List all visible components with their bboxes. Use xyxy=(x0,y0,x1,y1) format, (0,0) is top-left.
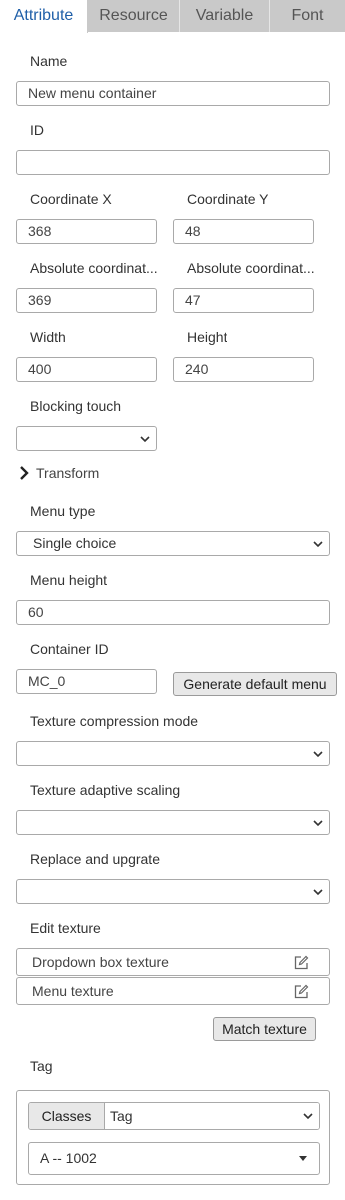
tag-select[interactable]: Tag xyxy=(105,1103,319,1129)
replace-upgrade-select[interactable] xyxy=(16,879,330,904)
height-input[interactable]: 240 xyxy=(173,357,314,382)
replace-upgrade-label: Replace and upgrate xyxy=(30,851,160,867)
texture-compression-label: Texture compression mode xyxy=(30,713,199,729)
coordinate-y-label: Coordinate Y xyxy=(187,191,269,207)
tab-bar: Attribute Resource Variable Font xyxy=(0,0,345,33)
chevron-down-icon xyxy=(303,1113,313,1120)
menu-height-label: Menu height xyxy=(30,572,108,588)
tab-attribute[interactable]: Attribute xyxy=(0,0,88,33)
tab-resource[interactable]: Resource xyxy=(88,0,180,32)
edit-texture-label: Edit texture xyxy=(30,920,101,936)
match-texture-button[interactable]: Match texture xyxy=(213,1017,316,1041)
absolute-y-label: Absolute coordinat... xyxy=(187,260,315,276)
dropdown-box-texture-row[interactable]: Dropdown box texture xyxy=(16,948,330,976)
caret-down-icon xyxy=(299,1156,307,1161)
menu-texture-row[interactable]: Menu texture xyxy=(16,977,330,1005)
classes-input-group: Classes Tag xyxy=(28,1102,320,1130)
width-input[interactable]: 400 xyxy=(16,357,157,382)
id-input[interactable] xyxy=(16,150,330,175)
name-input[interactable]: New menu container xyxy=(16,81,330,106)
classes-button[interactable]: Classes xyxy=(29,1103,105,1129)
height-label: Height xyxy=(187,329,228,345)
tag-select-value: Tag xyxy=(110,1108,133,1124)
coordinate-y-input[interactable]: 48 xyxy=(173,219,314,244)
tag-panel: Classes Tag A -- 1002 xyxy=(16,1090,330,1185)
container-id-input[interactable]: MC_0 xyxy=(16,669,157,694)
dropdown-box-texture-label: Dropdown box texture xyxy=(32,954,169,970)
texture-scaling-select[interactable] xyxy=(16,810,330,835)
width-label: Width xyxy=(30,329,66,345)
menu-type-label: Menu type xyxy=(30,503,96,519)
menu-height-input[interactable]: 60 xyxy=(16,600,330,625)
edit-icon[interactable] xyxy=(293,955,309,971)
menu-texture-label: Menu texture xyxy=(32,983,114,999)
texture-compression-select[interactable] xyxy=(16,741,330,766)
absolute-x-input[interactable]: 369 xyxy=(16,288,157,313)
tag-label: Tag xyxy=(30,1058,53,1074)
chevron-down-icon xyxy=(313,889,323,896)
coordinate-x-input[interactable]: 368 xyxy=(16,219,157,244)
transform-label: Transform xyxy=(36,465,100,481)
menu-type-value: Single choice xyxy=(33,535,117,551)
blocking-touch-select[interactable] xyxy=(16,426,157,451)
chevron-down-icon xyxy=(140,436,150,443)
menu-type-select[interactable]: Single choice xyxy=(16,531,330,556)
chevron-right-icon xyxy=(20,466,29,480)
tab-variable[interactable]: Variable xyxy=(180,0,270,32)
chevron-down-icon xyxy=(313,751,323,758)
coordinate-x-label: Coordinate X xyxy=(30,191,112,207)
absolute-y-input[interactable]: 47 xyxy=(173,288,314,313)
texture-scaling-label: Texture adaptive scaling xyxy=(30,782,181,798)
id-label: ID xyxy=(30,122,44,138)
chevron-down-icon xyxy=(313,541,323,548)
generate-default-menu-button[interactable]: Generate default menu xyxy=(173,672,337,696)
chevron-down-icon xyxy=(313,820,323,827)
tag-value-dropdown[interactable]: A -- 1002 xyxy=(28,1142,320,1175)
edit-icon[interactable] xyxy=(293,984,309,1000)
absolute-x-label: Absolute coordinat... xyxy=(30,260,158,276)
blocking-touch-label: Blocking touch xyxy=(30,398,122,414)
container-id-label: Container ID xyxy=(30,641,109,657)
name-label: Name xyxy=(30,53,68,69)
tab-font[interactable]: Font xyxy=(270,0,345,32)
transform-toggle[interactable]: Transform xyxy=(18,464,99,482)
tag-value-text: A -- 1002 xyxy=(40,1150,97,1166)
